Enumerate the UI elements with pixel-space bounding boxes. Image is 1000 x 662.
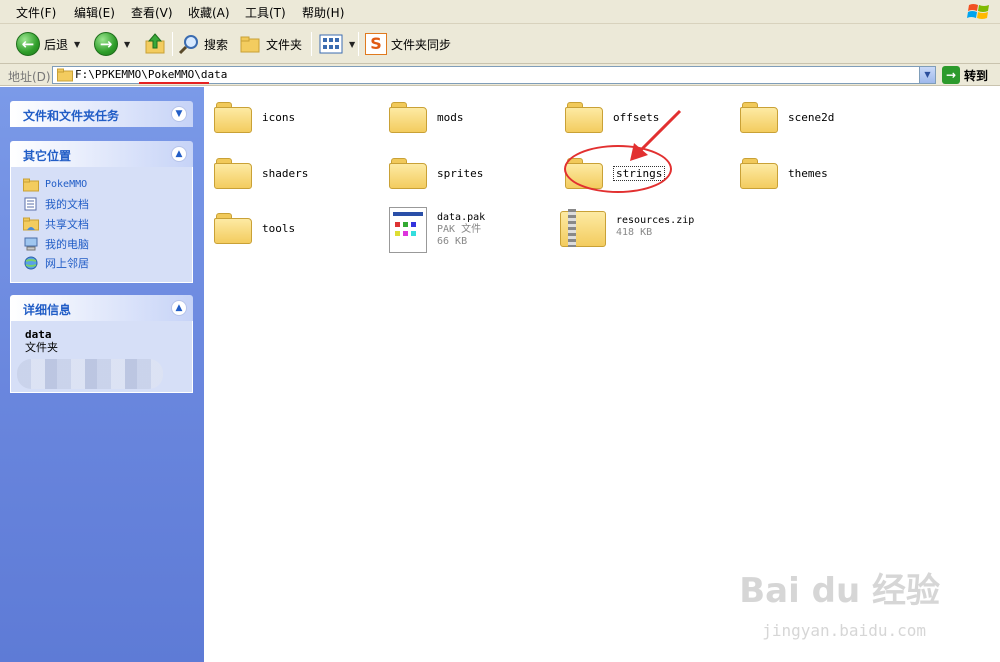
shared-folder-icon [23,217,39,231]
address-bar: 地址(D) F:\PPKEMMO\PokeMMO\data ▼ → 转到 [0,64,1000,86]
details-panel-header[interactable]: 详细信息 ▲ [10,295,193,321]
search-button[interactable]: 搜索 [178,30,228,58]
documents-icon [24,197,37,211]
menu-bar: 文件(F) 编辑(E) 查看(V) 收藏(A) 工具(T) 帮助(H) [0,0,1000,24]
forward-arrow-icon: → [94,32,118,56]
windows-logo-icon [967,4,989,19]
blurred-region [17,359,163,389]
folder-icon [214,157,252,189]
file-resources-zip[interactable]: resources.zip 418 KB [560,207,694,247]
tasks-panel: 文件和文件夹任务 ▼ [10,101,193,127]
place-my-documents[interactable]: 我的文档 [11,195,192,215]
views-button[interactable]: ▼ [319,30,355,58]
chevron-down-icon[interactable]: ▼ [349,40,355,49]
chevron-down-icon[interactable]: ▼ [171,106,187,122]
folder-shaders[interactable]: shaders [214,157,308,189]
views-grid-icon [319,34,343,54]
tasks-panel-header[interactable]: 文件和文件夹任务 ▼ [10,101,193,127]
folder-icon [57,68,73,82]
address-input[interactable]: F:\PPKEMMO\PokeMMO\data ▼ [52,66,936,84]
place-my-computer[interactable]: 我的电脑 [11,234,192,254]
forward-button[interactable]: → ▼ [94,30,130,58]
computer-icon [24,237,38,251]
folder-tools[interactable]: tools [214,212,295,244]
folder-icon [740,157,778,189]
folder-icon [389,157,427,189]
details-name: data [25,328,52,341]
folders-button[interactable]: 文件夹 [240,30,302,58]
up-folder-icon [145,33,165,54]
folder-icon [565,101,603,133]
folder-icon [389,101,427,133]
folder-icon [740,101,778,133]
folder-icon [23,178,39,192]
annotation-arrow-icon [630,109,682,161]
folder-sprites[interactable]: sprites [389,157,483,189]
chevron-up-icon[interactable]: ▲ [171,146,187,162]
chevron-down-icon[interactable]: ▼ [74,40,80,49]
search-icon [178,35,198,55]
watermark-brand: Bai du 经验 [739,571,940,611]
places-panel: 其它位置 ▲ PokeMMO 我的文档 共享文档 我的电脑 网上邻居 [10,141,193,283]
chevron-down-icon[interactable]: ▼ [124,40,130,49]
details-type: 文件夹 [25,341,58,354]
place-pokemmo[interactable]: PokeMMO [11,175,192,195]
back-button[interactable]: ← 后退 ▼ [16,30,80,58]
file-data-pak[interactable]: data.pak PAK 文件 66 KB [389,207,485,253]
folder-icon [214,212,252,244]
go-arrow-icon: → [942,66,960,84]
address-label: 地址(D) [8,70,51,84]
places-panel-header[interactable]: 其它位置 ▲ [10,141,193,167]
address-path: F:\PPKEMMO\PokeMMO\data [75,68,228,81]
menu-favorites[interactable]: 收藏(A) [188,4,230,21]
folder-icons[interactable]: icons [214,101,295,133]
menu-help[interactable]: 帮助(H) [302,4,344,21]
folder-sync-button[interactable]: S 文件夹同步 [365,30,451,58]
menu-edit[interactable]: 编辑(E) [74,4,115,21]
sync-icon: S [365,33,387,55]
pak-file-icon [389,207,427,253]
chevron-up-icon[interactable]: ▲ [171,300,187,316]
folder-icon [240,36,260,53]
place-shared-documents[interactable]: 共享文档 [11,214,192,234]
go-button[interactable]: → 转到 [942,66,988,84]
up-folder-button[interactable] [143,30,167,58]
path-underline [139,82,209,84]
folder-scene2d[interactable]: scene2d [740,101,834,133]
back-arrow-icon: ← [16,32,40,56]
watermark-url: jingyan.baidu.com [762,621,926,640]
zip-folder-icon [560,207,606,247]
folder-icon [214,101,252,133]
network-icon [24,256,38,270]
toolbar: ← 后退 ▼ → ▼ 搜索 文件夹 ▼ S 文件夹同步 [0,24,1000,64]
task-pane: 文件和文件夹任务 ▼ 其它位置 ▲ PokeMMO 我的文档 共享文档 我的电脑… [0,87,204,662]
place-network[interactable]: 网上邻居 [11,253,192,273]
details-panel: 详细信息 ▲ data 文件夹 [10,295,193,393]
menu-file[interactable]: 文件(F) [16,4,56,21]
menu-view[interactable]: 查看(V) [131,4,173,21]
chevron-down-icon[interactable]: ▼ [919,67,935,83]
folder-mods[interactable]: mods [389,101,464,133]
menu-tools[interactable]: 工具(T) [245,4,286,21]
folder-themes[interactable]: themes [740,157,828,189]
